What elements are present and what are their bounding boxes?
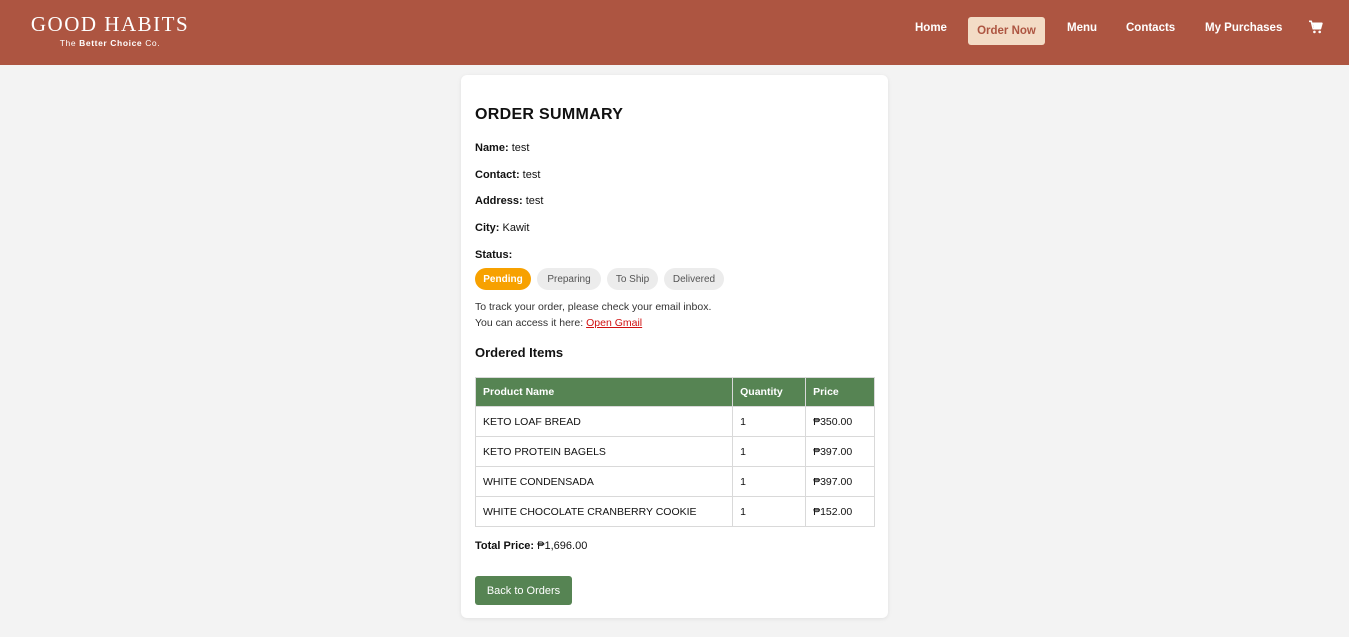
price-cell: ₱397.00 xyxy=(805,436,875,467)
city-value: Kawit xyxy=(502,222,530,234)
product-name-cell: WHITE CONDENSADA xyxy=(474,466,734,497)
ordered-items-heading: Ordered Items xyxy=(475,345,564,360)
table-header-row: Product Name Quantity Price xyxy=(474,377,875,407)
quantity-cell: 1 xyxy=(732,496,807,527)
quantity-cell: 1 xyxy=(732,436,807,467)
top-navbar: GOOD HABITS The Better Choice Co. Home O… xyxy=(0,0,1349,65)
order-summary-card: ORDER SUMMARY Name: test Contact: test A… xyxy=(461,75,888,618)
brand-tag-suffix: Co. xyxy=(142,38,161,48)
track-access-text: You can access it here: Open Gmail xyxy=(475,317,642,329)
brand-tag-prefix: The xyxy=(59,38,80,48)
total-price: Total Price: ₱1,696.00 xyxy=(475,540,587,552)
address-value: test xyxy=(525,195,544,207)
contact-value: test xyxy=(522,169,541,181)
nav-home[interactable]: Home xyxy=(915,22,947,34)
total-label: Total Price: xyxy=(475,540,535,552)
table-row: WHITE CONDENSADA 1 ₱397.00 xyxy=(474,466,875,497)
table-row: KETO PROTEIN BAGELS 1 ₱397.00 xyxy=(474,436,875,467)
status-pending-badge: Pending xyxy=(475,268,531,290)
track-info-text: To track your order, please check your e… xyxy=(475,301,712,313)
brand-logo[interactable]: GOOD HABITS The Better Choice Co. xyxy=(28,13,192,49)
address-field: Address: test xyxy=(475,195,543,207)
name-label: Name: xyxy=(475,142,509,154)
brand-name: GOOD HABITS xyxy=(30,12,190,36)
product-name-cell: WHITE CHOCOLATE CRANBERRY COOKIE xyxy=(474,496,734,527)
nav-contacts[interactable]: Contacts xyxy=(1126,22,1175,34)
nav-my-purchases[interactable]: My Purchases xyxy=(1205,22,1282,34)
name-field: Name: test xyxy=(475,142,529,154)
total-value: ₱1,696.00 xyxy=(537,540,588,552)
brand-tag-bold: Better Choice xyxy=(79,38,143,48)
quantity-cell: 1 xyxy=(732,406,807,437)
open-gmail-link[interactable]: Open Gmail xyxy=(586,317,642,329)
price-cell: ₱152.00 xyxy=(805,496,875,527)
city-label: City: xyxy=(475,222,500,234)
contact-field: Contact: test xyxy=(475,169,540,181)
table-row: KETO LOAF BREAD 1 ₱350.00 xyxy=(474,406,875,437)
product-name-cell: KETO PROTEIN BAGELS xyxy=(474,436,734,467)
price-cell: ₱350.00 xyxy=(805,406,875,437)
status-preparing-badge: Preparing xyxy=(537,268,601,290)
back-to-orders-button[interactable]: Back to Orders xyxy=(475,576,572,605)
price-cell: ₱397.00 xyxy=(805,466,875,497)
name-value: test xyxy=(511,142,530,154)
contact-label: Contact: xyxy=(475,169,520,181)
status-delivered-badge: Delivered xyxy=(664,268,724,290)
cart-icon[interactable] xyxy=(1309,20,1323,34)
table-row: WHITE CHOCOLATE CRANBERRY COOKIE 1 ₱152.… xyxy=(474,496,875,527)
quantity-cell: 1 xyxy=(732,466,807,497)
address-label: Address: xyxy=(475,195,523,207)
status-label: Status: xyxy=(475,249,513,261)
header-price: Price xyxy=(805,377,875,407)
brand-tagline: The Better Choice Co. xyxy=(28,38,192,49)
status-to-ship-badge: To Ship xyxy=(607,268,658,290)
nav-menu[interactable]: Menu xyxy=(1067,22,1097,34)
nav-order-now[interactable]: Order Now xyxy=(968,17,1045,45)
ordered-items-table: Product Name Quantity Price KETO LOAF BR… xyxy=(474,377,875,527)
header-quantity: Quantity xyxy=(732,377,807,407)
track-access-label: You can access it here: xyxy=(475,317,587,329)
product-name-cell: KETO LOAF BREAD xyxy=(474,406,734,437)
page-title: ORDER SUMMARY xyxy=(475,106,624,123)
header-product-name: Product Name xyxy=(474,377,734,407)
city-field: City: Kawit xyxy=(475,222,529,234)
